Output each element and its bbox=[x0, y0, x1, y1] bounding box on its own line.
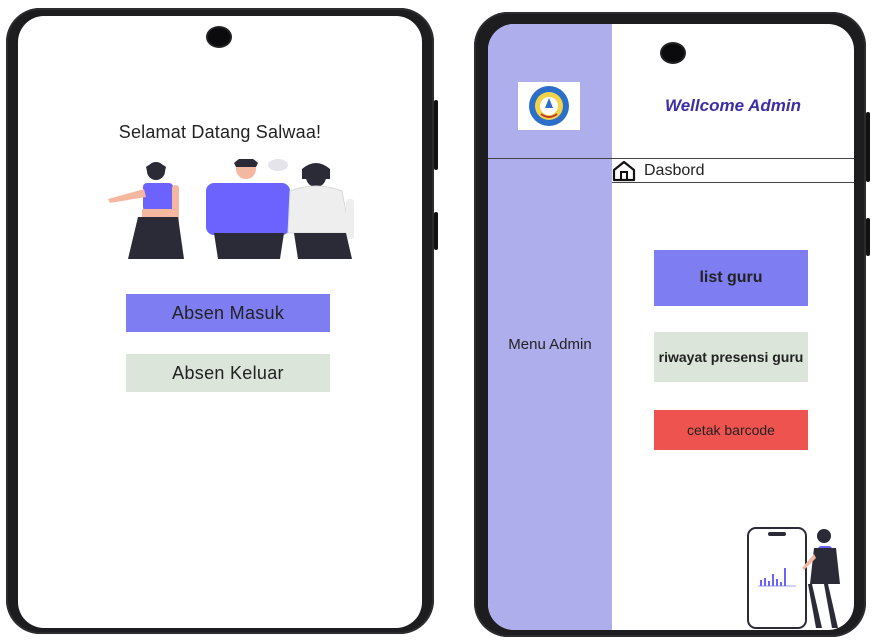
volume-button-left-phone bbox=[434, 100, 438, 170]
riwayat-presensi-label: riwayat presensi guru bbox=[658, 349, 804, 365]
home-icon bbox=[612, 160, 636, 182]
cetak-barcode-button[interactable]: cetak barcode bbox=[654, 410, 808, 450]
nav-item-label: Dasbord bbox=[644, 162, 705, 179]
user-home-screen: Selamat Datang Salwaa! Absen Masuk Absen… bbox=[18, 16, 422, 628]
absen-masuk-button[interactable]: Absen Masuk bbox=[126, 294, 330, 332]
riwayat-presensi-button[interactable]: riwayat presensi guru bbox=[654, 332, 808, 382]
power-button-left-phone bbox=[434, 212, 438, 250]
nav-item-dasbord[interactable]: Dasbord bbox=[612, 160, 792, 182]
dashboard-divider bbox=[612, 182, 854, 183]
front-camera-icon bbox=[208, 28, 230, 46]
school-logo-icon bbox=[529, 86, 569, 126]
header-divider bbox=[488, 158, 854, 159]
absen-keluar-button[interactable]: Absen Keluar bbox=[126, 354, 330, 392]
phone-frame-right: Wellcome Admin Dasbord Menu Admin list g… bbox=[474, 12, 870, 637]
greeting-text: Selamat Datang Salwaa! bbox=[118, 122, 322, 142]
phone-woman-illustration bbox=[747, 527, 840, 629]
school-logo bbox=[518, 82, 580, 130]
phone-frame-left: Selamat Datang Salwaa! Absen Masuk Absen… bbox=[6, 8, 438, 634]
absen-masuk-label: Absen Masuk bbox=[171, 302, 285, 323]
sidebar-menu-label: Menu Admin bbox=[508, 336, 592, 353]
list-guru-button[interactable]: list guru bbox=[654, 250, 808, 306]
cetak-barcode-label: cetak barcode bbox=[687, 422, 775, 438]
power-button-right-phone bbox=[866, 218, 870, 256]
people-illustration bbox=[108, 159, 354, 259]
volume-button-right-phone bbox=[866, 112, 870, 182]
admin-dashboard-screen: Wellcome Admin Dasbord Menu Admin list g… bbox=[488, 24, 854, 630]
list-guru-label: list guru bbox=[699, 269, 763, 286]
absen-keluar-label: Absen Keluar bbox=[172, 362, 284, 383]
welcome-heading: Wellcome Admin bbox=[664, 96, 802, 115]
front-camera-icon bbox=[662, 44, 684, 62]
